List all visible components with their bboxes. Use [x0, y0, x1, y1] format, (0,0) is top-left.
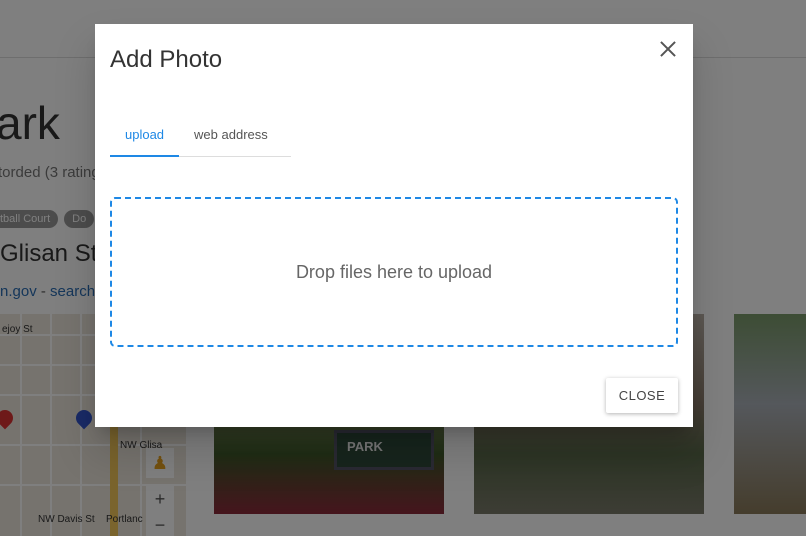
dropzone-label: Drop files here to upload — [295, 261, 493, 282]
close-button[interactable]: CLOSE — [606, 378, 678, 413]
dialog-title: Add Photo — [110, 46, 223, 73]
file-dropzone[interactable]: Drop files here to upload — [110, 197, 678, 347]
tab-upload[interactable]: upload — [110, 117, 180, 157]
upload-tabs: upload web address — [110, 117, 291, 157]
tab-web-address[interactable]: web address — [179, 117, 283, 157]
add-photo-dialog: Add Photo upload web address Drop files … — [95, 24, 693, 427]
close-icon[interactable] — [657, 38, 679, 60]
